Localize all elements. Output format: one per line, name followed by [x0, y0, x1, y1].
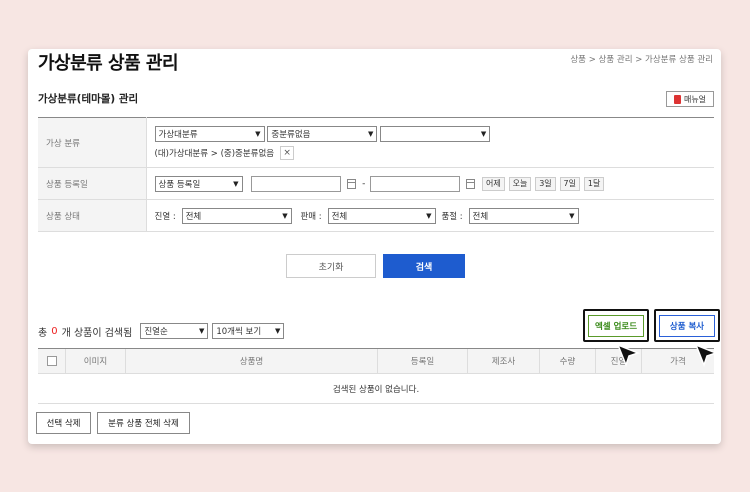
result-count-number: 0 — [51, 325, 58, 337]
sort-select[interactable]: 진열순 ▼ — [140, 323, 209, 339]
end-date-input[interactable] — [370, 175, 461, 192]
column-maker: 제조사 — [468, 349, 540, 373]
excel-upload-button[interactable]: 엑셀 업로드 — [583, 309, 649, 342]
chevron-down-icon: ▼ — [480, 129, 487, 138]
page-title: 가상분류 상품 관리 — [38, 53, 179, 74]
date-yesterday-button[interactable]: 어제 — [482, 176, 505, 191]
date-type-select[interactable]: 상품 등록일 ▼ — [154, 175, 243, 192]
select-all-checkbox[interactable] — [46, 356, 57, 366]
result-count: 총 0 개 상품이 검색됨 진열순 ▼ 10개씩 보기 ▼ — [38, 323, 285, 339]
pointer-cursor-icon — [694, 343, 719, 368]
chevron-down-icon: ▼ — [274, 327, 281, 335]
sale-status-select[interactable]: 전체 ▼ — [327, 207, 436, 224]
main-panel: 가상분류 상품 관리 상품 > 상품 관리 > 가상분류 상품 관리 가상분류(… — [28, 49, 721, 444]
start-date-input[interactable] — [251, 175, 342, 192]
category-level2-select[interactable]: 중분류없음 ▼ — [267, 125, 378, 142]
date-label: 상품 등록일 — [38, 167, 147, 200]
delete-all-category-products-button[interactable]: 분류 상품 전체 삭제 — [97, 412, 190, 434]
pointer-cursor-icon — [616, 343, 641, 368]
soldout-status-select[interactable]: 전체 ▼ — [468, 207, 579, 224]
chevron-down-icon: ▼ — [367, 129, 374, 138]
calendar-icon[interactable] — [347, 178, 357, 189]
delete-selected-button[interactable]: 선택 삭제 — [36, 412, 91, 434]
page-size-select[interactable]: 10개씩 보기 ▼ — [212, 323, 285, 339]
soldout-status-label: 품절 : — [441, 211, 463, 222]
search-form: 가상 분류 가상대분류 ▼ 중분류없음 ▼ ▼ (대)가상대분류 > (중)중분류없… — [38, 117, 714, 232]
remove-category-button[interactable]: × — [280, 145, 295, 160]
category-level1-select[interactable]: 가상대분류 ▼ — [154, 125, 265, 142]
date-7days-button[interactable]: 7일 — [559, 176, 580, 191]
column-date: 등록일 — [378, 349, 468, 373]
date-today-button[interactable]: 오늘 — [508, 176, 532, 191]
column-quantity: 수량 — [540, 349, 596, 373]
chevron-down-icon: ▼ — [426, 211, 432, 220]
sale-status-label: 판매 : — [300, 211, 322, 222]
manual-button[interactable]: 매뉴얼 — [666, 91, 714, 107]
section-title: 가상분류(테마몰) 관리 — [38, 93, 139, 105]
category-label: 가상 분류 — [38, 117, 147, 168]
chevron-down-icon: ▼ — [255, 129, 261, 138]
status-label: 상품 상태 — [38, 199, 147, 232]
select-all-cell — [38, 349, 66, 373]
column-name: 상품명 — [126, 349, 378, 373]
breadcrumb: 상품 > 상품 관리 > 가상분류 상품 관리 — [570, 55, 713, 65]
product-table-header: 이미지 상품명 등록일 제조사 수량 진열 가격 — [38, 348, 714, 374]
empty-message: 검색된 상품이 없습니다. — [38, 374, 714, 404]
date-1month-button[interactable]: 1달 — [583, 176, 605, 191]
category-level3-select[interactable]: ▼ — [380, 125, 491, 142]
product-copy-button[interactable]: 상품 복사 — [654, 309, 720, 342]
date-separator: - — [362, 178, 366, 189]
chevron-down-icon: ▼ — [233, 179, 239, 188]
display-status-select[interactable]: 전체 ▼ — [181, 207, 292, 224]
search-button[interactable]: 검색 — [383, 254, 465, 278]
selected-category-tag: (대)가상대분류 > (중)중분류없음 × — [155, 145, 295, 160]
chevron-down-icon: ▼ — [198, 327, 205, 335]
pdf-icon — [673, 94, 681, 104]
display-status-label: 진열 : — [154, 211, 176, 222]
chevron-down-icon: ▼ — [282, 211, 288, 220]
column-image: 이미지 — [66, 349, 126, 373]
date-3days-button[interactable]: 3일 — [535, 176, 556, 191]
calendar-icon[interactable] — [466, 178, 476, 189]
manual-label: 매뉴얼 — [683, 94, 707, 104]
chevron-down-icon: ▼ — [569, 211, 575, 220]
reset-button[interactable]: 초기화 — [286, 254, 376, 278]
